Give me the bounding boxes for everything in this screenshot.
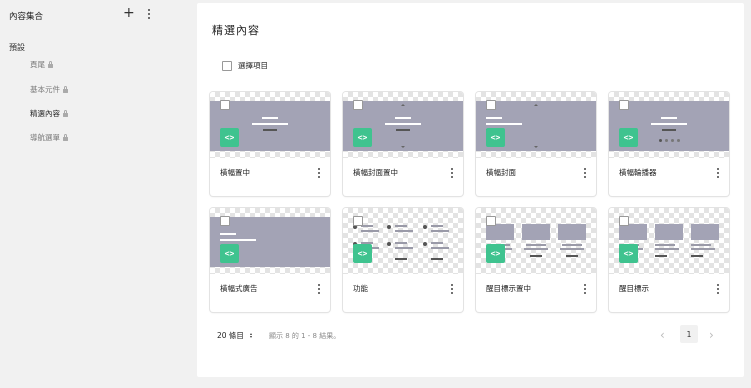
content-card[interactable]: <> 橫幅式廣告 bbox=[210, 208, 330, 312]
more-vertical-icon[interactable] bbox=[144, 7, 154, 21]
results-summary: 顯示 8 的 1 - 8 結果。 bbox=[269, 332, 341, 340]
card-label: 橫幅封面置中 bbox=[353, 168, 398, 177]
page-number-button[interactable]: 1 bbox=[680, 325, 698, 343]
select-all-checkbox[interactable] bbox=[222, 60, 232, 71]
more-vertical-icon[interactable] bbox=[315, 283, 323, 295]
more-vertical-icon[interactable] bbox=[581, 283, 589, 295]
add-icon[interactable]: + bbox=[123, 6, 135, 20]
lock-icon bbox=[63, 109, 68, 117]
card-checkbox[interactable] bbox=[220, 100, 230, 110]
next-page-icon[interactable]: › bbox=[709, 328, 714, 342]
content-card[interactable]: <> 橫幅輪播器 bbox=[609, 92, 729, 196]
more-vertical-icon[interactable] bbox=[714, 283, 722, 295]
card-label: 功能 bbox=[353, 284, 368, 293]
content-card[interactable]: <> 醒目標示 bbox=[609, 208, 729, 312]
lock-icon bbox=[63, 133, 68, 141]
prev-page-icon[interactable]: ‹ bbox=[660, 328, 665, 342]
code-icon: <> bbox=[353, 244, 372, 263]
code-icon: <> bbox=[619, 244, 638, 263]
card-checkbox[interactable] bbox=[619, 216, 629, 226]
card-checkbox[interactable] bbox=[619, 100, 629, 110]
content-card[interactable]: <> 橫幅置中 bbox=[210, 92, 330, 196]
select-all[interactable]: 選擇項目 bbox=[222, 60, 268, 71]
content-card[interactable]: <> 橫幅封面置中 bbox=[343, 92, 463, 196]
card-label: 醒目標示置中 bbox=[486, 284, 531, 293]
card-checkbox[interactable] bbox=[486, 100, 496, 110]
code-icon: <> bbox=[220, 128, 239, 147]
card-label: 橫幅封面 bbox=[486, 168, 516, 177]
content-card[interactable]: <> 功能 bbox=[343, 208, 463, 312]
sidebar-item-basic-components[interactable]: 基本元件 bbox=[30, 84, 68, 95]
lock-icon bbox=[48, 60, 53, 68]
card-checkbox[interactable] bbox=[353, 216, 363, 226]
content-card[interactable]: <> 醒目標示置中 bbox=[476, 208, 596, 312]
card-checkbox[interactable] bbox=[486, 216, 496, 226]
more-vertical-icon[interactable] bbox=[315, 167, 323, 179]
card-label: 醒目標示 bbox=[619, 284, 649, 293]
sidebar-item-label: 精選內容 bbox=[30, 109, 60, 118]
more-vertical-icon[interactable] bbox=[448, 167, 456, 179]
sidebar-item-label: 導航選單 bbox=[30, 133, 60, 142]
card-checkbox[interactable] bbox=[353, 100, 363, 110]
content-card[interactable]: <> 橫幅封面 bbox=[476, 92, 596, 196]
sidebar-item-label: 基本元件 bbox=[30, 85, 60, 94]
code-icon: <> bbox=[353, 128, 372, 147]
lock-icon bbox=[63, 85, 68, 93]
sidebar-item-featured-content[interactable]: 精選內容 bbox=[30, 108, 68, 119]
card-label: 橫幅輪播器 bbox=[619, 168, 657, 177]
card-checkbox[interactable] bbox=[220, 216, 230, 226]
code-icon: <> bbox=[486, 128, 505, 147]
card-label: 橫幅置中 bbox=[220, 168, 250, 177]
select-all-label: 選擇項目 bbox=[238, 61, 268, 70]
sidebar-item-label: 頁尾 bbox=[30, 60, 45, 69]
more-vertical-icon[interactable] bbox=[714, 167, 722, 179]
page-title: 精選內容 bbox=[212, 24, 260, 37]
sidebar: 內容集合 + 預設 頁尾 基本元件 精選內容 導航選單 bbox=[0, 0, 182, 388]
card-label: 橫幅式廣告 bbox=[220, 284, 258, 293]
per-page-value: 20 條目 bbox=[217, 331, 244, 340]
content-panel: 精選內容 選擇項目 <> 橫幅置中 <> 橫幅封面置中 <> 橫幅封面 <> 橫… bbox=[197, 3, 744, 377]
sidebar-item-navigation-menu[interactable]: 導航選單 bbox=[30, 132, 68, 143]
per-page-select[interactable]: 20 條目 bbox=[217, 330, 252, 341]
code-icon: <> bbox=[486, 244, 505, 263]
sidebar-title: 內容集合 bbox=[9, 12, 44, 22]
sidebar-section-default: 預設 bbox=[9, 43, 25, 52]
more-vertical-icon[interactable] bbox=[581, 167, 589, 179]
sidebar-item-footer[interactable]: 頁尾 bbox=[30, 59, 53, 70]
code-icon: <> bbox=[619, 128, 638, 147]
more-vertical-icon[interactable] bbox=[448, 283, 456, 295]
sort-arrows-icon bbox=[249, 333, 252, 338]
code-icon: <> bbox=[220, 244, 239, 263]
